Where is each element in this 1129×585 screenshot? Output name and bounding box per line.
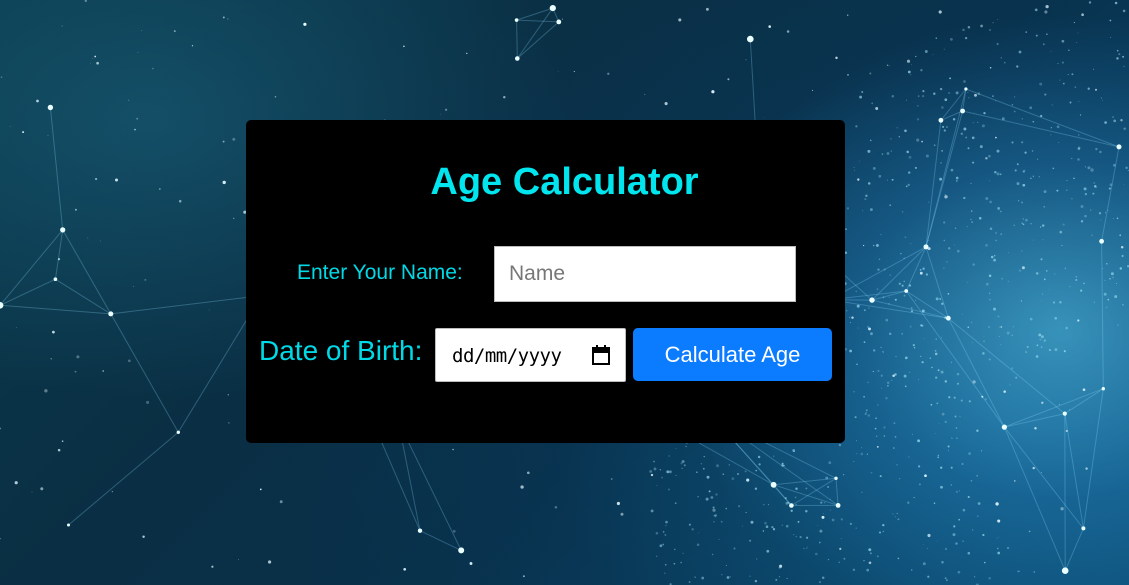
- name-label: Enter Your Name:: [297, 261, 463, 284]
- name-input[interactable]: [494, 246, 796, 302]
- dob-label: Date of Birth:: [259, 335, 423, 366]
- page-title: Age Calculator: [430, 161, 699, 203]
- calendar-icon[interactable]: [592, 345, 610, 365]
- calculate-age-button[interactable]: Calculate Age: [633, 328, 832, 381]
- dob-placeholder-text: dd/mm/yyyy: [452, 345, 562, 367]
- dob-date-input[interactable]: dd/mm/yyyy: [435, 328, 626, 382]
